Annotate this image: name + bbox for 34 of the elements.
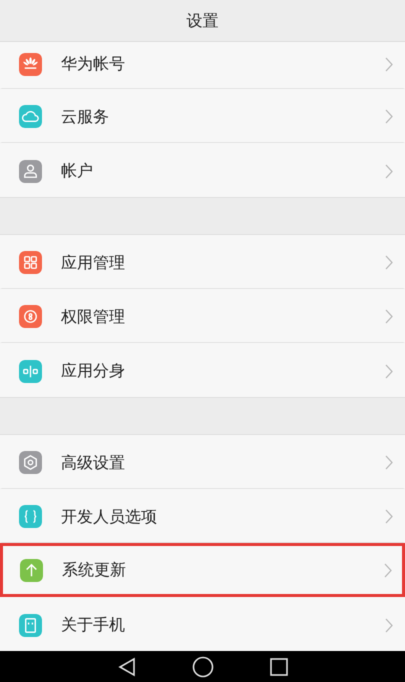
chevron-right-icon	[385, 364, 393, 378]
back-icon[interactable]	[118, 657, 136, 677]
chevron-right-icon	[385, 109, 393, 124]
settings-row[interactable]: 开发人员选项	[0, 489, 405, 543]
recents-icon[interactable]	[270, 658, 288, 676]
settings-label: 高级设置	[61, 452, 126, 474]
settings-row[interactable]: 高级设置	[0, 435, 405, 489]
chevron-right-icon	[385, 309, 393, 324]
settings-label: 云服务	[61, 106, 110, 128]
chevron-right-icon	[385, 164, 393, 178]
settings-row[interactable]: 华为帐号	[0, 42, 405, 89]
settings-label: 应用管理	[61, 252, 126, 274]
chevron-right-icon	[384, 562, 392, 578]
chevron-right-icon	[385, 618, 393, 632]
settings-row[interactable]: 关于手机	[0, 597, 405, 651]
settings-label: 开发人员选项	[61, 506, 158, 528]
settings-label: 系统更新	[62, 559, 127, 581]
settings-row[interactable]: 应用管理	[0, 235, 405, 289]
settings-label: 权限管理	[61, 306, 126, 328]
settings-label: 帐户	[61, 160, 94, 182]
settings-label: 华为帐号	[61, 53, 126, 75]
chevron-right-icon	[385, 509, 393, 524]
settings-row[interactable]: 权限管理	[0, 289, 405, 343]
home-icon[interactable]	[192, 656, 214, 678]
highlighted-settings-row[interactable]: 系统更新	[0, 543, 405, 597]
settings-row[interactable]: 云服务	[0, 89, 405, 143]
chevron-right-icon	[385, 255, 393, 270]
chevron-right-icon	[385, 56, 393, 72]
settings-row[interactable]: 应用分身	[0, 343, 405, 397]
settings-label: 关于手机	[61, 614, 126, 636]
settings-label: 应用分身	[61, 360, 126, 382]
settings-row[interactable]: 帐户	[0, 143, 405, 197]
screen-title: 设置	[186, 10, 218, 32]
chevron-right-icon	[385, 455, 393, 470]
